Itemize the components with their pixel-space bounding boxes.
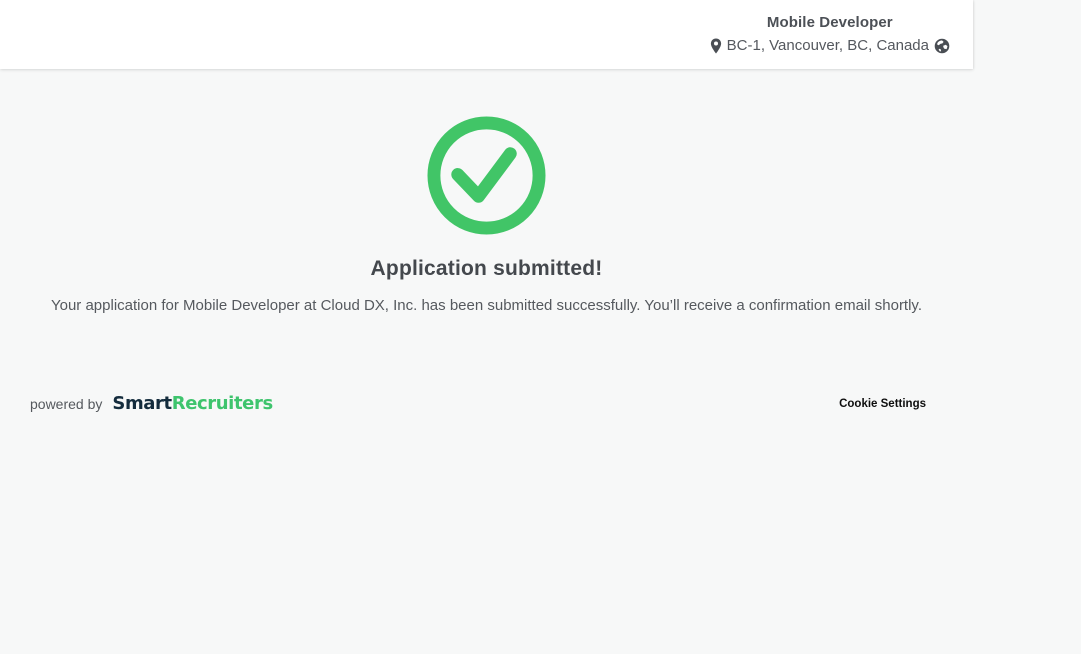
logo-smart-text: Smart [112, 393, 172, 414]
powered-by-label: powered by [30, 396, 103, 412]
job-title: Mobile Developer [766, 14, 893, 31]
job-header-content: Mobile Developer BC-1, Vancouver, BC, Ca… [710, 0, 950, 55]
job-location-row: BC-1, Vancouver, BC, Canada [710, 37, 950, 55]
cookie-settings-button[interactable]: Cookie Settings [839, 396, 926, 412]
logo-recruiters-text: Recruiters [171, 393, 273, 414]
job-header: Mobile Developer BC-1, Vancouver, BC, Ca… [0, 0, 973, 69]
footer: powered by SmartRecruiters Cookie Settin… [0, 393, 973, 414]
job-location-text: BC-1, Vancouver, BC, Canada [726, 37, 929, 54]
check-circle-icon [0, 116, 973, 240]
powered-by-link[interactable]: powered by SmartRecruiters [30, 393, 273, 414]
location-pin-icon [710, 38, 722, 54]
globe-icon [934, 38, 950, 54]
confirmation-section: Application submitted! Your application … [0, 116, 973, 316]
smartrecruiters-logo: SmartRecruiters [112, 393, 273, 414]
page-container: Mobile Developer BC-1, Vancouver, BC, Ca… [0, 0, 973, 414]
confirmation-heading: Application submitted! [370, 257, 603, 280]
confirmation-message: Your application for Mobile Developer at… [50, 297, 922, 314]
